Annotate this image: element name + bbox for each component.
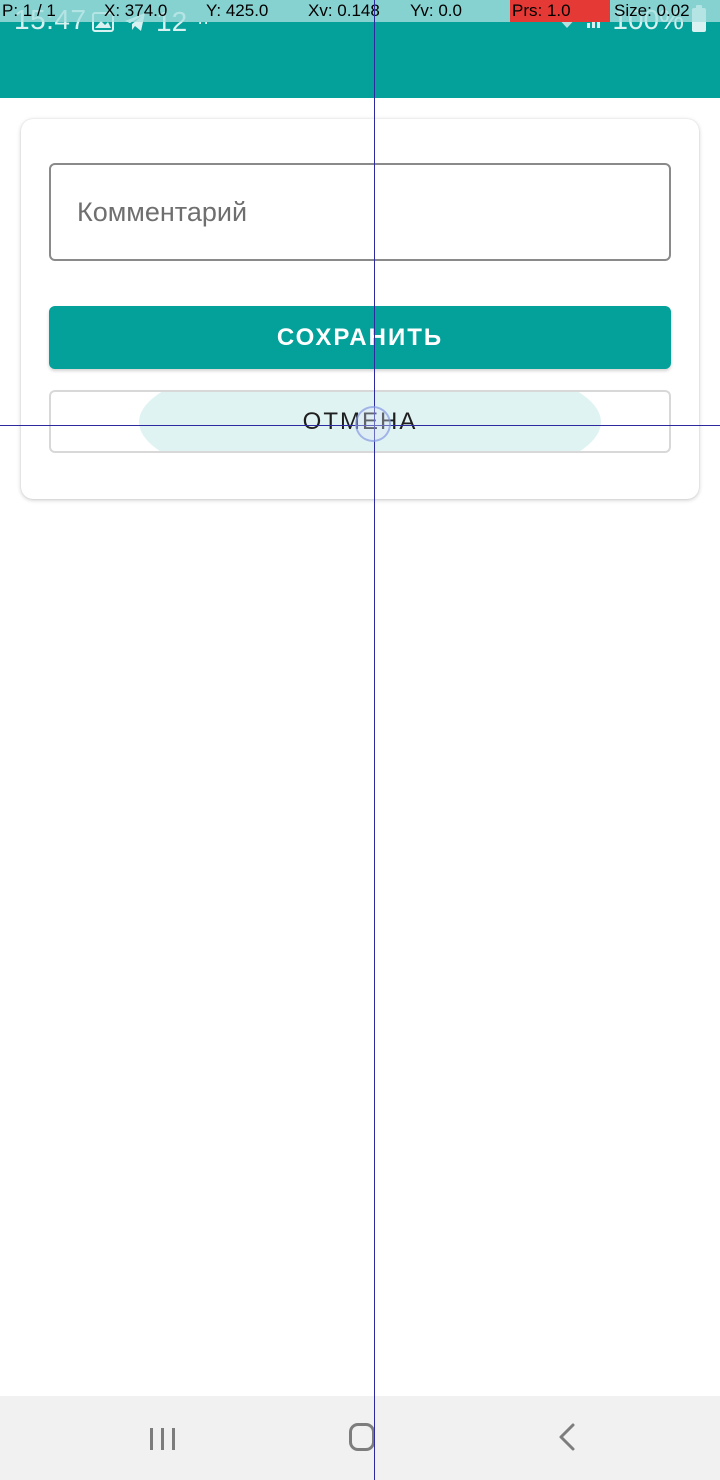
overlay-xv: Xv: 0.148 (308, 1, 380, 20)
home-icon[interactable] (349, 1423, 375, 1451)
comment-card: СОХРАНИТЬ ОТМЕНА (21, 119, 699, 499)
recent-apps-icon[interactable] (148, 1424, 178, 1452)
save-button[interactable]: СОХРАНИТЬ (49, 306, 671, 369)
back-icon[interactable] (556, 1422, 578, 1452)
save-button-label: СОХРАНИТЬ (276, 323, 444, 351)
comment-field[interactable] (49, 163, 671, 261)
touch-point-indicator (355, 406, 391, 442)
overlay-y: Y: 425.0 (206, 1, 269, 20)
comment-input[interactable] (51, 165, 669, 259)
navigation-bar (0, 1396, 720, 1480)
overlay-pressure: Prs: 1.0 (510, 0, 610, 22)
overlay-size: Size: 0.02 (614, 1, 690, 20)
pointer-location-overlay: P: 1 / 1 X: 374.0 Y: 425.0 Xv: 0.148 Yv:… (0, 0, 720, 22)
overlay-pointer-count: P: 1 / 1 (2, 1, 56, 20)
pointer-crosshair-vertical (374, 0, 375, 1480)
overlay-yv: Yv: 0.0 (410, 1, 462, 20)
overlay-x: X: 374.0 (104, 1, 168, 20)
